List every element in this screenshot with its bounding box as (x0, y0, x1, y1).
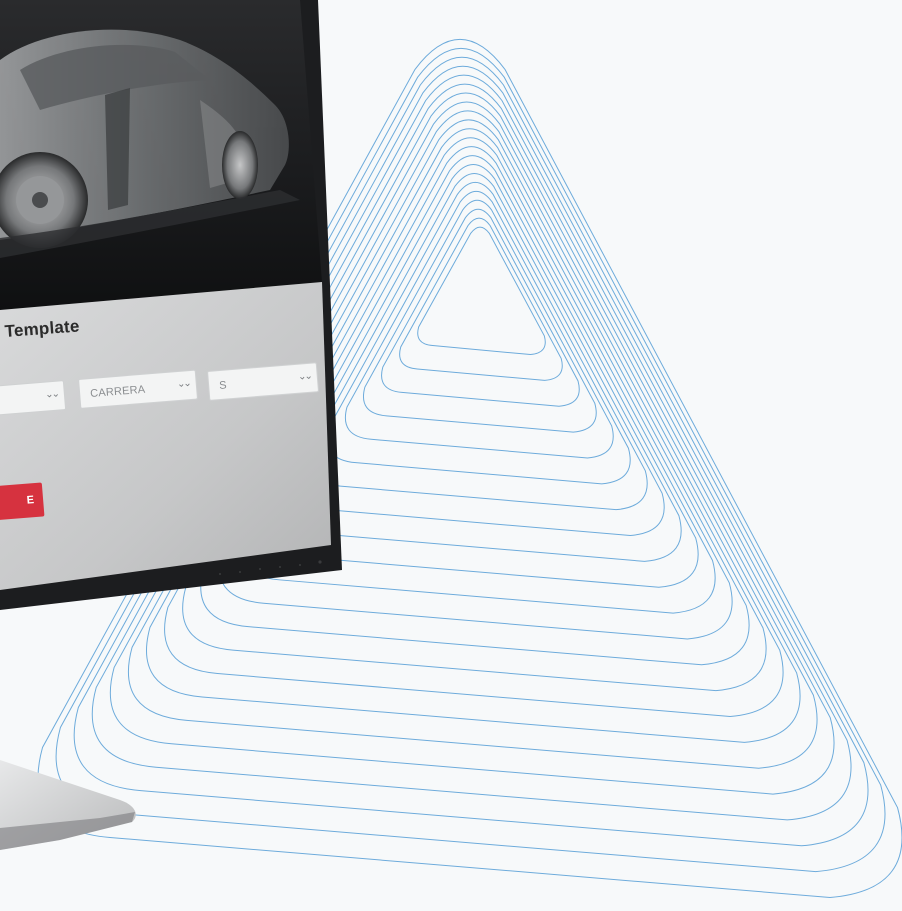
chevron-down-icon: ⌄⌄ (297, 370, 312, 383)
select-value: CARRERA (89, 383, 146, 401)
model-select[interactable]: ⌄⌄ (0, 380, 67, 416)
chevron-down-icon: ⌄⌄ (44, 388, 59, 401)
monitor-illustration (0, 0, 342, 850)
select-value: S (218, 379, 228, 393)
marketing-scene: Template ⌄⌄ CARRERA ⌄⌄ S ⌄⌄ E (0, 0, 902, 911)
primary-action-button[interactable]: E (0, 482, 45, 523)
chevron-down-icon: ⌄⌄ (176, 378, 191, 391)
button-label: E (26, 494, 36, 507)
